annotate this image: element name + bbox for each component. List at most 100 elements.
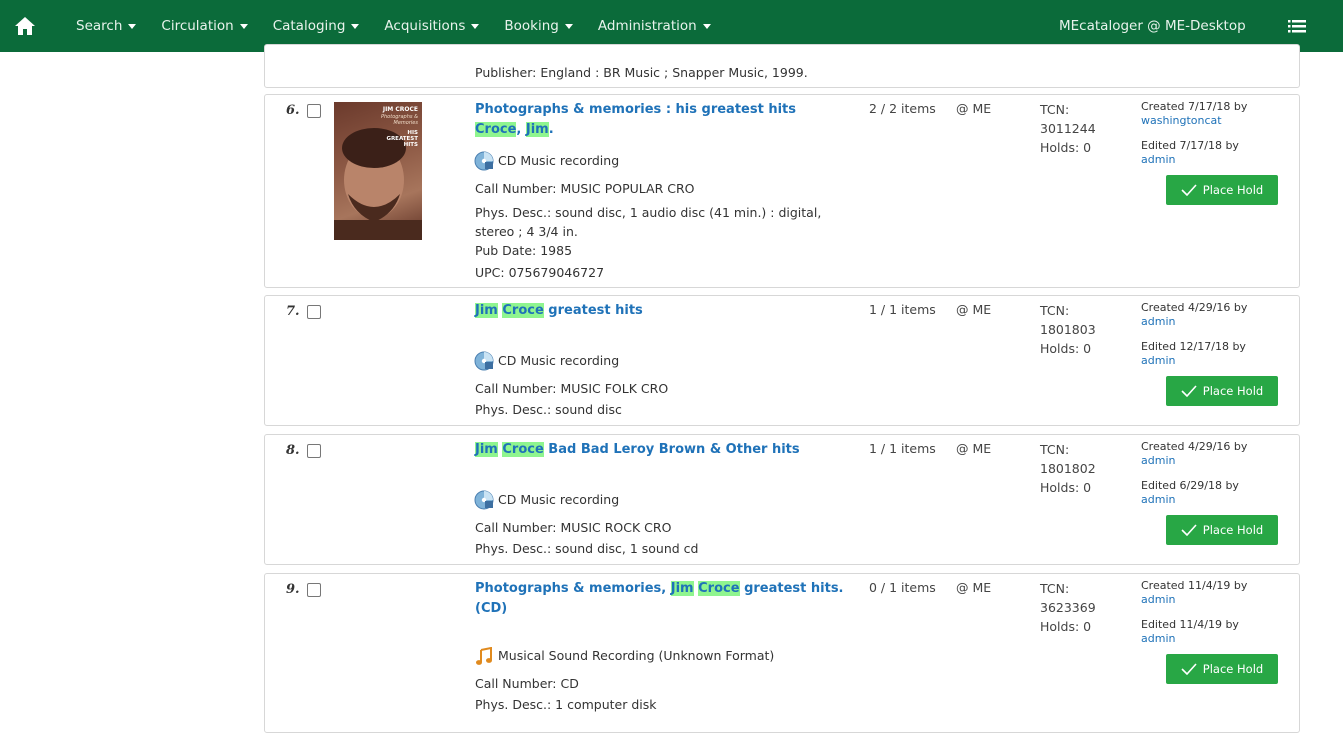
format-label: CD Music recording [498,153,620,168]
created-info: Created 11/4/19 by [1141,579,1248,592]
location: @ ME [956,302,992,317]
edited-info: Edited 11/4/19 by [1141,618,1239,631]
result-card: 6. JIM CROCE Photographs & Memories HIS … [264,94,1300,288]
place-hold-button[interactable]: Place Hold [1166,515,1278,545]
result-card: 9. Photographs & memories, Jim Croce gre… [264,573,1300,733]
caret-down-icon [239,23,248,29]
tcn-value: 1801803 [1040,322,1096,337]
search-term-highlight: Jim [475,303,498,318]
tcn-label: TCN: [1040,303,1070,318]
record-author[interactable]: Croce, Jim. [475,122,554,137]
format-label: CD Music recording [498,492,620,507]
pub-date: Pub Date: 1985 [475,243,573,258]
physical-description: Phys. Desc.: sound disc [475,402,622,417]
result-number: 8. [286,443,300,458]
title-text: Bad Bad Leroy Brown & Other hits [543,442,800,457]
edited-info: Edited 12/17/18 by [1141,340,1246,353]
cover-image[interactable]: JIM CROCE Photographs & Memories HIS GRE… [334,102,422,240]
caret-down-icon [702,23,711,29]
caret-down-icon [128,23,137,29]
caret-down-icon [471,23,480,29]
home-icon[interactable] [14,16,36,36]
edited-info: Edited 6/29/18 by [1141,479,1239,492]
holds-count: Holds: 0 [1040,341,1092,356]
created-by-link[interactable]: admin [1141,593,1175,607]
created-by-link[interactable]: admin [1141,315,1175,329]
record-title[interactable]: Jim Croce greatest hits [475,301,643,321]
record-title[interactable]: Photographs & memories, Jim Croce greate… [475,579,860,619]
title-text: , [516,122,526,137]
place-hold-button[interactable]: Place Hold [1166,654,1278,684]
item-count: 1 / 1 items [869,441,936,456]
nav-menu-label: Cataloging [272,18,346,34]
result-card: 8. Jim Croce Bad Bad Leroy Brown & Other… [264,434,1300,565]
place-hold-label: Place Hold [1202,384,1264,398]
search-term-highlight: Jim [525,122,549,137]
checkmark-icon [1181,385,1197,397]
tcn-value: 3011244 [1040,121,1096,136]
result-number: 9. [286,582,300,597]
created-info: Created 4/29/16 by [1141,440,1248,453]
title-text: Photographs & memories : his greatest hi… [475,102,797,117]
caret-down-icon [351,23,360,29]
record-title[interactable]: Jim Croce Bad Bad Leroy Brown & Other hi… [475,440,800,460]
place-hold-label: Place Hold [1202,183,1264,197]
search-term-highlight: Croce [502,303,544,318]
nav-menu-administration[interactable]: Administration [598,18,711,34]
item-count: 1 / 1 items [869,302,936,317]
edited-by-link[interactable]: admin [1141,153,1175,167]
nav-menu-label: Search [76,18,123,34]
tcn-value: 1801802 [1040,461,1096,476]
place-hold-label: Place Hold [1202,523,1264,537]
user-workstation-label[interactable]: MEcataloger @ ME-Desktop [1059,18,1246,34]
nav-menu-cataloging[interactable]: Cataloging [273,18,360,34]
item-count: 2 / 2 items [869,101,936,116]
cover-text-title: Photographs & Memories [381,114,418,126]
edited-by-link[interactable]: admin [1141,354,1175,368]
checkmark-icon [1181,663,1197,675]
nav-menu-label: Circulation [161,18,234,34]
select-checkbox[interactable] [307,444,321,458]
cd-icon [474,490,494,510]
tcn-label: TCN: [1040,442,1070,457]
checkmark-icon [1181,524,1197,536]
location: @ ME [956,580,992,595]
created-info: Created 7/17/18 by [1141,100,1248,113]
nav-menu-label: Administration [597,18,697,34]
search-term-highlight: Jim [475,442,498,457]
place-hold-label: Place Hold [1202,662,1264,676]
record-title[interactable]: Photographs & memories : his greatest hi… [475,100,796,120]
nav-menu-label: Acquisitions [384,18,466,34]
edited-by-link[interactable]: admin [1141,493,1175,507]
nav-menu-search[interactable]: Search [76,18,137,34]
created-by-link[interactable]: admin [1141,454,1175,468]
format-label: Musical Sound Recording (Unknown Format) [498,648,775,663]
call-number: Call Number: CD [475,676,579,691]
title-text: Photographs & memories, [475,581,671,596]
checkmark-icon [1181,184,1197,196]
result-card-partial: Publisher: England : BR Music ; Snapper … [264,44,1300,88]
nav-menu-acquisitions[interactable]: Acquisitions [384,18,480,34]
result-number: 6. [286,103,300,118]
created-by-link[interactable]: washingtoncat [1141,114,1222,128]
tcn-label: TCN: [1040,581,1070,596]
location: @ ME [956,441,992,456]
upc: UPC: 075679046727 [475,265,605,280]
call-number: Call Number: MUSIC POPULAR CRO [475,181,695,196]
holds-count: Holds: 0 [1040,140,1092,155]
caret-down-icon [564,23,573,29]
nav-menu-booking[interactable]: Booking [504,18,573,34]
holds-count: Holds: 0 [1040,480,1092,495]
select-checkbox[interactable] [307,305,321,319]
publisher-line: Publisher: England : BR Music ; Snapper … [475,65,808,80]
edited-by-link[interactable]: admin [1141,632,1175,646]
nav-menu-circulation[interactable]: Circulation [161,18,248,34]
nav-menu-label: Booking [504,18,559,34]
location: @ ME [956,101,992,116]
place-hold-button[interactable]: Place Hold [1166,376,1278,406]
select-checkbox[interactable] [307,104,321,118]
list-menu-icon[interactable] [1288,17,1306,35]
physical-description: Phys. Desc.: sound disc, 1 audio disc (4… [475,205,822,239]
place-hold-button[interactable]: Place Hold [1166,175,1278,205]
select-checkbox[interactable] [307,583,321,597]
